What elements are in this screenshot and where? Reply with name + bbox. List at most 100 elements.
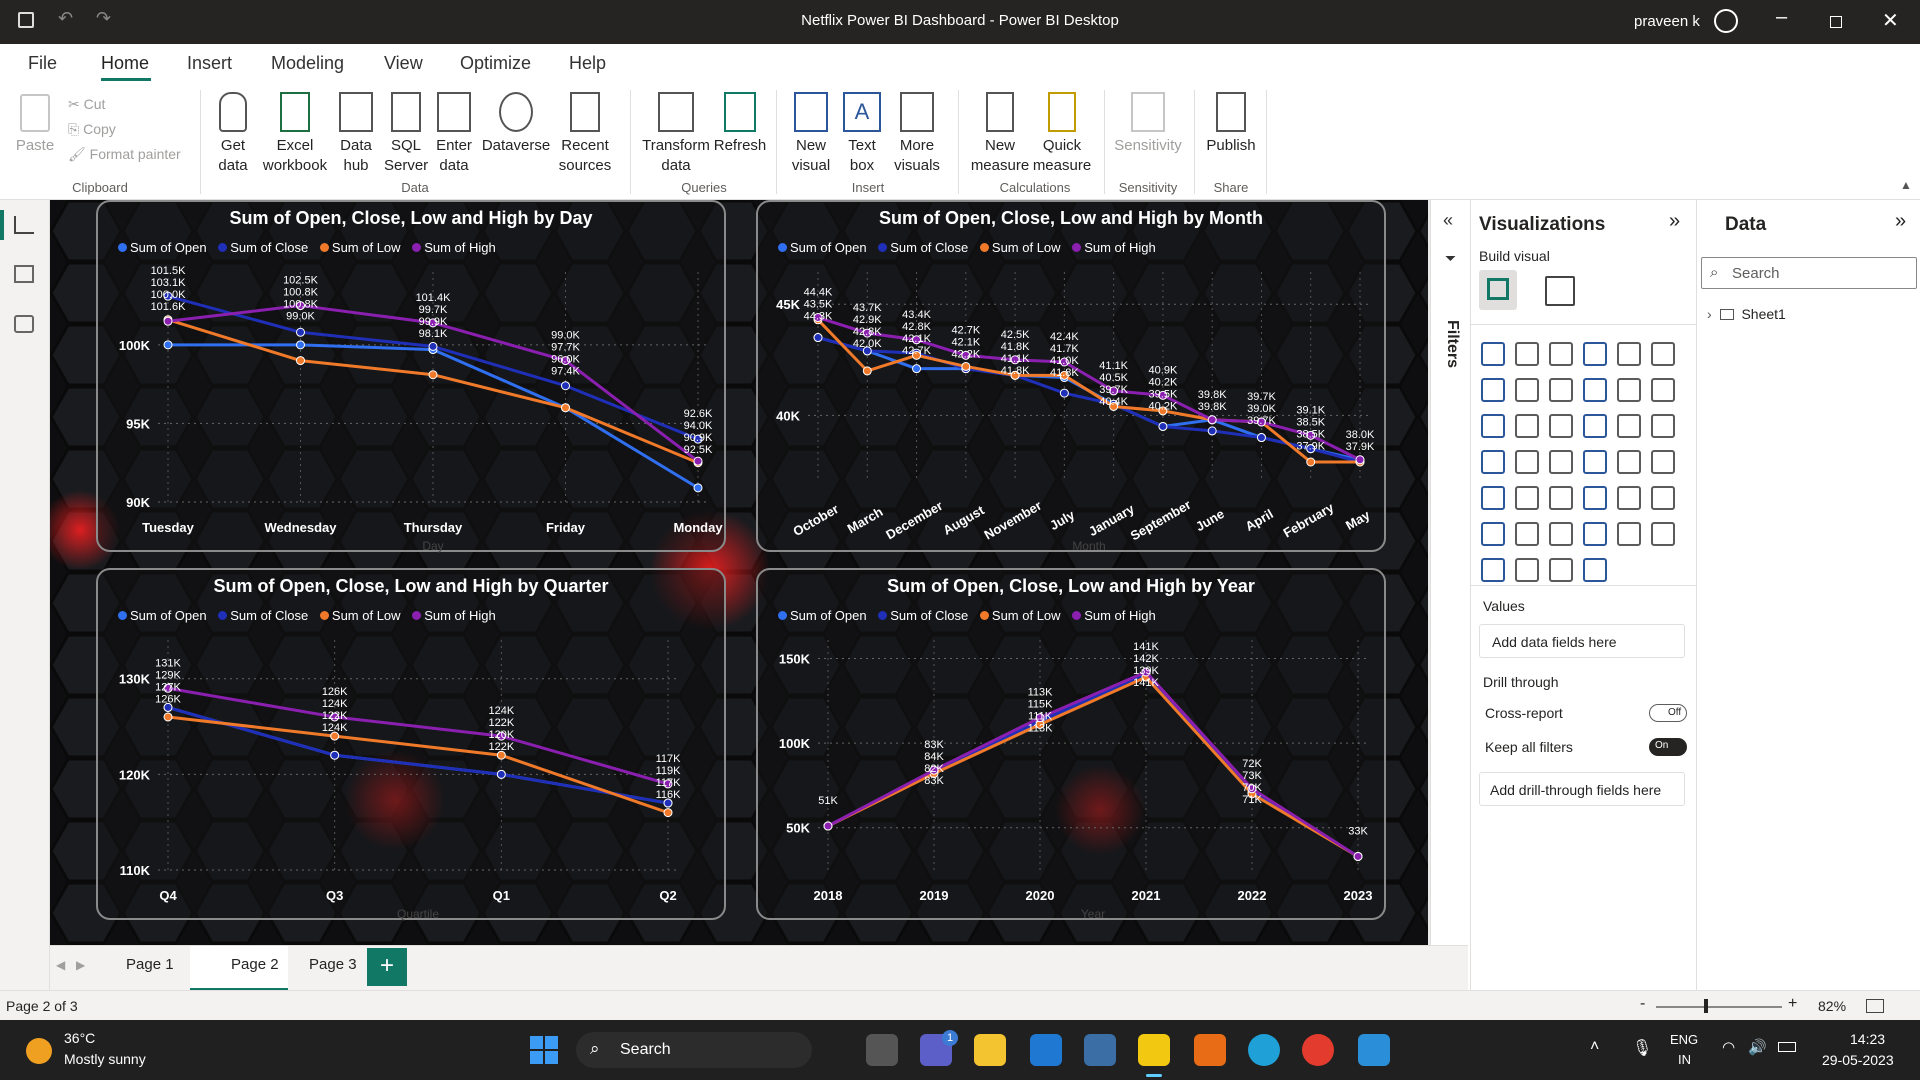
close-icon[interactable]: ✕ — [1882, 8, 1899, 33]
vlc-icon[interactable] — [1194, 1034, 1226, 1066]
scroll-right-icon[interactable]: ▶ — [76, 958, 85, 972]
get-data-button[interactable]: Get data — [208, 92, 258, 176]
keep-filters-toggle[interactable]: On — [1649, 738, 1687, 756]
clustered-bar-icon[interactable] — [1549, 342, 1573, 366]
task-view-icon[interactable] — [866, 1034, 898, 1066]
zoom-out-button[interactable]: - — [1640, 995, 1645, 1013]
language-line2[interactable]: IN — [1678, 1052, 1691, 1067]
battery-icon[interactable] — [1778, 1042, 1796, 1052]
table-icon[interactable] — [1549, 486, 1573, 510]
data-hub-button[interactable]: Data hub — [334, 92, 378, 176]
zoom-slider-thumb[interactable] — [1704, 999, 1708, 1013]
area-icon[interactable] — [1515, 378, 1539, 402]
line-clustered-icon[interactable] — [1617, 378, 1641, 402]
menu-insert[interactable]: Insert — [187, 53, 232, 74]
dataverse-button[interactable]: Dataverse — [480, 92, 552, 156]
chart-panel-quarter[interactable]: Sum of Open, Close, Low and High by Quar… — [96, 568, 726, 921]
slicer-icon[interactable] — [1515, 486, 1539, 510]
smart-narrative-icon[interactable] — [1583, 522, 1607, 546]
minimize-icon[interactable]: – — [1776, 6, 1787, 29]
menu-file[interactable]: File — [28, 53, 57, 74]
enter-data-button[interactable]: Enter data — [432, 92, 476, 176]
qa-icon[interactable] — [1549, 522, 1573, 546]
treemap-icon[interactable] — [1651, 414, 1675, 438]
add-drill-through-well[interactable]: Add drill-through fields here — [1479, 772, 1685, 806]
collapse-data-icon[interactable]: » — [1895, 210, 1906, 233]
more-icon[interactable] — [1583, 558, 1607, 582]
chevron-up-icon[interactable]: ˄ — [1590, 1038, 1599, 1056]
map-icon[interactable] — [1481, 450, 1505, 474]
quick-measure-button[interactable]: Quick measure — [1030, 92, 1094, 176]
wifi-icon[interactable]: ◠ — [1722, 1038, 1735, 1056]
tab-page-3[interactable]: Page 3 — [309, 956, 357, 973]
volume-icon[interactable]: 🔊 — [1748, 1038, 1767, 1056]
recent-sources-button[interactable]: Recent sources — [552, 92, 618, 176]
microphone-icon[interactable]: 🎙 — [1632, 1038, 1652, 1058]
more-visuals-button[interactable]: More visuals — [888, 92, 946, 176]
chart-panel-year[interactable]: Sum of Open, Close, Low and High by Year… — [756, 568, 1386, 921]
app-icon[interactable] — [1084, 1034, 1116, 1066]
filters-pane[interactable]: « ⏷ Filters — [1430, 200, 1470, 990]
table-view-icon[interactable] — [14, 265, 34, 283]
menu-view[interactable]: View — [384, 53, 423, 74]
stacked-area-icon[interactable] — [1549, 378, 1573, 402]
line-column-icon[interactable] — [1583, 378, 1607, 402]
menu-modeling[interactable]: Modeling — [271, 53, 344, 74]
format-painter-button[interactable]: 🖌 Format painter — [68, 142, 181, 167]
collapse-ribbon-icon[interactable]: ▲ — [1900, 178, 1912, 192]
waterfall-icon[interactable] — [1481, 414, 1505, 438]
scroll-left-icon[interactable]: ◀ — [56, 958, 65, 972]
zoom-level[interactable]: 82% — [1818, 998, 1846, 1014]
key-influencers-icon[interactable] — [1481, 522, 1505, 546]
publish-button[interactable]: Publish — [1200, 92, 1262, 156]
clock-time[interactable]: 14:23 — [1850, 1031, 1885, 1047]
tab-page-2[interactable]: Page 2 — [231, 956, 279, 973]
chrome-icon[interactable] — [1302, 1034, 1334, 1066]
goals-icon[interactable] — [1617, 522, 1641, 546]
clock-date[interactable]: 29-05-2023 — [1822, 1052, 1894, 1068]
add-page-button[interactable]: + — [367, 948, 407, 986]
paginated-icon[interactable] — [1651, 522, 1675, 546]
sql-server-button[interactable]: SQL Server — [384, 92, 428, 176]
photos-icon[interactable] — [1358, 1034, 1390, 1066]
user-avatar-icon[interactable] — [1714, 9, 1738, 33]
file-explorer-icon[interactable] — [974, 1034, 1006, 1066]
100-bar-icon[interactable] — [1617, 342, 1641, 366]
start-button[interactable] — [530, 1036, 558, 1064]
funnel-icon[interactable] — [1515, 414, 1539, 438]
r-visual-icon[interactable] — [1617, 486, 1641, 510]
python-visual-icon[interactable] — [1651, 486, 1675, 510]
edge-icon[interactable] — [1248, 1034, 1280, 1066]
power-bi-icon[interactable] — [1138, 1034, 1170, 1066]
paste-button[interactable]: Paste — [12, 94, 58, 156]
menu-home[interactable]: Home — [101, 53, 149, 74]
power-apps-icon[interactable] — [1481, 558, 1505, 582]
zoom-in-button[interactable]: + — [1788, 995, 1797, 1013]
add-data-fields-well[interactable]: Add data fields here — [1479, 624, 1685, 658]
collapse-viz-icon[interactable]: » — [1669, 210, 1680, 233]
build-visual-tab[interactable] — [1479, 270, 1517, 310]
scatter-icon[interactable] — [1549, 414, 1573, 438]
new-visual-button[interactable]: New visual — [786, 92, 836, 176]
stacked-bar-icon[interactable] — [1481, 342, 1505, 366]
data-search-input[interactable]: ⌕ Search — [1701, 257, 1917, 289]
line-icon[interactable] — [1481, 378, 1505, 402]
fit-page-icon[interactable] — [1866, 999, 1884, 1013]
bing-icon[interactable] — [1549, 558, 1573, 582]
decomposition-tree-icon[interactable] — [1515, 522, 1539, 546]
excel-button[interactable]: Excel workbook — [260, 92, 330, 176]
chart-panel-day[interactable]: Sum of Open, Close, Low and High by Day … — [96, 200, 726, 553]
stacked-column-icon[interactable] — [1515, 342, 1539, 366]
tab-page-1[interactable]: Page 1 — [126, 956, 174, 973]
format-visual-tab[interactable] — [1545, 276, 1575, 306]
text-box-button[interactable]: A Text box — [840, 92, 884, 176]
model-view-icon[interactable] — [14, 315, 34, 333]
matrix-icon[interactable] — [1583, 486, 1607, 510]
azure-map-icon[interactable] — [1549, 450, 1573, 474]
cut-button[interactable]: ✂ Cut — [68, 92, 181, 117]
pie-icon[interactable] — [1583, 414, 1607, 438]
copy-button[interactable]: ⎘ Copy — [68, 117, 181, 142]
gauge-icon[interactable] — [1583, 450, 1607, 474]
cross-report-toggle[interactable]: Off — [1649, 704, 1687, 722]
mail-icon[interactable] — [1030, 1034, 1062, 1066]
